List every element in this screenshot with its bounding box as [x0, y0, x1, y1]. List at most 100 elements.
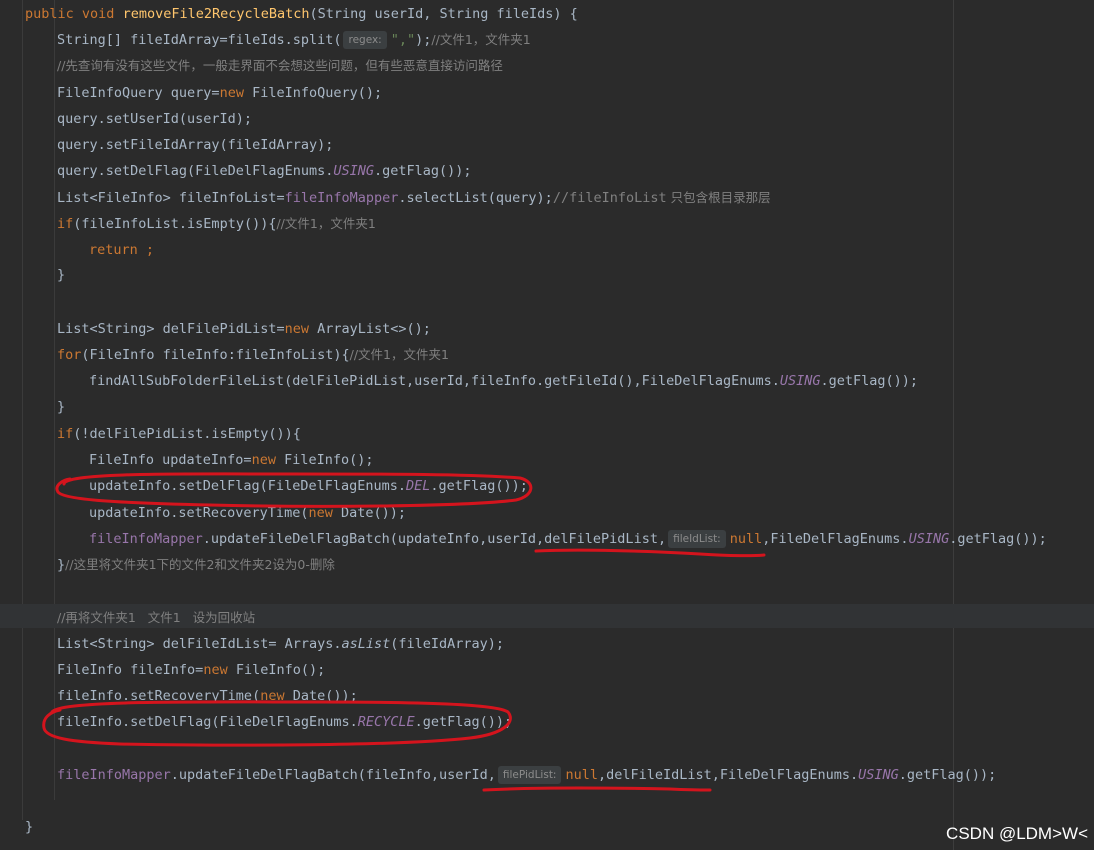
- keyword: new: [260, 688, 285, 704]
- keyword: null: [565, 767, 598, 783]
- keyword: new: [219, 85, 244, 101]
- code-text: ,delFileIdList,FileDelFlagEnums.: [598, 767, 859, 783]
- comment: //fileInfoList: [552, 190, 667, 206]
- keyword: new: [251, 452, 276, 468]
- code-text: List<FileInfo> fileInfoList=: [57, 190, 285, 206]
- code-line-25[interactable]: List<String> delFileIdList= Arrays.asLis…: [57, 631, 504, 657]
- code-text: findAllSubFolderFileList(delFilePidList,…: [89, 373, 780, 389]
- code-line-24[interactable]: //再将文件夹1 文件1 设为回收站: [57, 605, 255, 631]
- code-text: FileInfo updateInfo=: [89, 452, 252, 468]
- enum-constant: USING: [858, 767, 899, 783]
- code-line-17[interactable]: if(!delFilePidList.isEmpty()){: [57, 421, 301, 447]
- code-line-13[interactable]: List<String> delFilePidList=new ArrayLis…: [57, 316, 431, 342]
- code-text: String[] fileIdArray=fileIds.split(: [57, 32, 342, 48]
- code-line-16[interactable]: }: [57, 394, 65, 420]
- code-text: FileInfo();: [275, 452, 374, 468]
- keyword: for: [57, 347, 82, 363]
- keyword: return: [89, 242, 138, 258]
- code-line-30[interactable]: fileInfoMapper.updateFileDelFlagBatch(fi…: [57, 762, 996, 788]
- code-text: ArrayList<>();: [308, 321, 431, 337]
- code-text: .getFlag());: [820, 373, 919, 389]
- code-line-20[interactable]: updateInfo.setRecoveryTime(new Date());: [89, 500, 406, 526]
- code-line-19[interactable]: updateInfo.setDelFlag(FileDelFlagEnums.D…: [89, 473, 528, 499]
- code-text: fileInfo.setRecoveryTime(: [57, 688, 261, 704]
- code-line-14[interactable]: for(FileInfo fileInfo:fileInfoList){//文件…: [57, 342, 449, 368]
- code-text: query.setDelFlag(FileDelFlagEnums.: [57, 163, 334, 179]
- code-line-2[interactable]: String[] fileIdArray=fileIds.split(regex…: [57, 27, 531, 53]
- code-text: updateInfo.setRecoveryTime(: [89, 505, 309, 521]
- code-line-28[interactable]: fileInfo.setDelFlag(FileDelFlagEnums.REC…: [57, 709, 512, 735]
- parameter-hint: fileIdList:: [668, 530, 726, 548]
- enum-constant: USING: [908, 531, 950, 547]
- comment: //文件1，文件夹1: [276, 216, 376, 231]
- comment: //文件1，文件夹1: [349, 347, 449, 362]
- code-line-26[interactable]: FileInfo fileInfo=new FileInfo();: [57, 657, 325, 683]
- code-text: .getFlag());: [373, 163, 472, 179]
- enum-constant: USING: [333, 163, 374, 179]
- right-margin-guide: [953, 0, 954, 850]
- comment: //再将文件夹1 文件1 设为回收站: [57, 610, 256, 625]
- code-text: (fileInfoList.isEmpty()){: [73, 216, 277, 232]
- code-text: FileInfoQuery query=: [57, 85, 220, 101]
- enum-constant: USING: [779, 373, 821, 389]
- code-line-21[interactable]: fileInfoMapper.updateFileDelFlagBatch(up…: [89, 526, 1047, 552]
- method-name: removeFile2RecycleBatch: [122, 6, 310, 22]
- enum-constant: DEL: [405, 478, 431, 494]
- code-text: }: [25, 819, 34, 835]
- code-line-5[interactable]: query.setUserId(userId);: [57, 106, 252, 132]
- code-text: FileInfoQuery();: [243, 85, 383, 101]
- parameter-hint: regex:: [343, 31, 387, 49]
- keyword: new: [308, 505, 333, 521]
- comment: //这里将文件夹1下的文件2和文件夹2设为0-删除: [65, 557, 335, 572]
- keyword: new: [284, 321, 309, 337]
- code-line-22[interactable]: }//这里将文件夹1下的文件2和文件夹2设为0-删除: [57, 552, 335, 578]
- code-line-9[interactable]: if(fileInfoList.isEmpty()){//文件1，文件夹1: [57, 211, 376, 237]
- enum-constant: RECYCLE: [357, 714, 415, 730]
- code-text: query.setFileIdArray(fileIdArray);: [57, 137, 334, 153]
- code-editor[interactable]: public void removeFile2RecycleBatch(Stri…: [0, 0, 1094, 850]
- code-line-18[interactable]: FileInfo updateInfo=new FileInfo();: [89, 447, 374, 473]
- code-text: );: [415, 32, 432, 48]
- code-text: (FileInfo fileInfo:fileInfoList){: [81, 347, 350, 363]
- keyword: if: [57, 426, 74, 442]
- code-line-4[interactable]: FileInfoQuery query=new FileInfoQuery();: [57, 80, 382, 106]
- field-reference: fileInfoMapper: [284, 190, 399, 206]
- keyword: void: [81, 6, 115, 22]
- keyword: null: [729, 531, 763, 547]
- comment: //文件1，文件夹1: [431, 32, 531, 47]
- code-text: query.setUserId(userId);: [57, 111, 253, 127]
- code-text: Date());: [332, 505, 406, 521]
- code-line-11[interactable]: }: [57, 262, 65, 288]
- indent-guide: [54, 0, 55, 800]
- code-text: (fileIdArray);: [390, 636, 505, 652]
- underline-annotation: [482, 786, 712, 792]
- code-line-1[interactable]: public void removeFile2RecycleBatch(Stri…: [25, 1, 578, 27]
- code-text: }: [57, 399, 66, 415]
- code-text: .getFlag());: [898, 767, 997, 783]
- code-text: .getFlag());: [430, 478, 528, 494]
- code-text: }: [57, 557, 66, 573]
- code-text: ;: [137, 242, 155, 258]
- code-line-6[interactable]: query.setFileIdArray(fileIdArray);: [57, 132, 333, 158]
- code-line-32[interactable]: }: [25, 814, 33, 840]
- code-text: .updateFileDelFlagBatch(updateInfo,userI…: [202, 531, 667, 547]
- code-line-10[interactable]: return ;: [89, 237, 154, 263]
- keyword: new: [203, 662, 228, 678]
- code-line-3[interactable]: //先查询有没有这些文件，一般走界面不会想这些问题，但有些恶意直接访问路径: [57, 53, 503, 79]
- code-line-15[interactable]: findAllSubFolderFileList(delFilePidList,…: [89, 368, 918, 394]
- string-literal: ",": [390, 32, 416, 48]
- code-text: }: [57, 267, 66, 283]
- code-line-27[interactable]: fileInfo.setRecoveryTime(new Date());: [57, 683, 358, 709]
- code-text: (!delFilePidList.isEmpty()){: [73, 426, 301, 442]
- code-text: List<String> delFileIdList= Arrays.: [57, 636, 342, 652]
- comment: 只包含根目录那层: [666, 190, 771, 205]
- keyword: if: [57, 216, 74, 232]
- code-text: FileInfo();: [227, 662, 326, 678]
- code-text: .getFlag());: [949, 531, 1047, 547]
- code-line-8[interactable]: List<FileInfo> fileInfoList=fileInfoMapp…: [57, 185, 771, 211]
- comment: //先查询有没有这些文件，一般走界面不会想这些问题，但有些恶意直接访问路径: [57, 58, 503, 73]
- parameter-hint: filePidList:: [497, 766, 562, 784]
- code-text: Date());: [284, 688, 358, 704]
- watermark: CSDN @LDM>W<: [946, 824, 1088, 843]
- code-line-7[interactable]: query.setDelFlag(FileDelFlagEnums.USING.…: [57, 158, 472, 184]
